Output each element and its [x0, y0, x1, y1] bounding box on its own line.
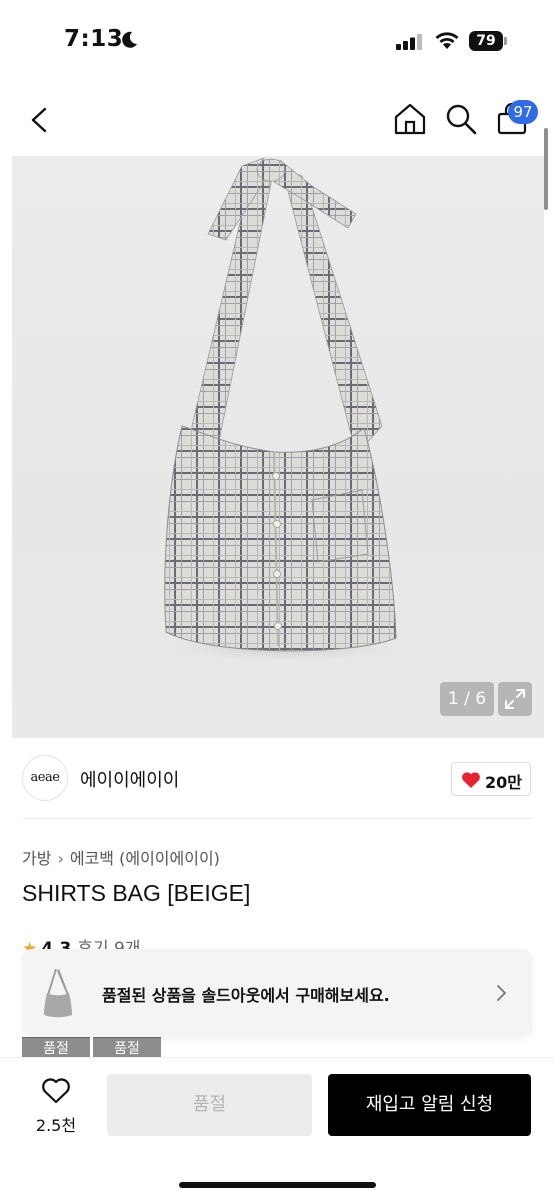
search-icon[interactable] [444, 102, 478, 136]
breadcrumb-subcategory[interactable]: 에코백 (에이이에이이) [70, 849, 220, 868]
scrollbar[interactable] [544, 128, 548, 210]
heart-filled-icon [462, 772, 480, 788]
expand-icon [505, 689, 525, 709]
signal-icon [396, 34, 422, 50]
bag-thumbnail [44, 969, 72, 1018]
option-thumbnail[interactable]: 품절 [93, 1037, 161, 1057]
home-icon[interactable] [393, 102, 427, 136]
status-bar: 7:13 79 [0, 0, 554, 84]
product-title: SHIRTS BAG [BEIGE] [22, 880, 251, 906]
battery-cap [504, 37, 507, 45]
battery-level: 79 [469, 31, 503, 51]
brand-logo[interactable]: aeae [22, 755, 68, 801]
expand-button[interactable] [498, 682, 532, 716]
soldout-button: 품절 [107, 1074, 312, 1136]
heart-outline-icon [42, 1078, 70, 1104]
brand-row[interactable]: aeae 에이이에이이 20만 [0, 740, 554, 818]
wishlist-count: 2.5천 [35, 1116, 77, 1135]
product-image[interactable] [12, 156, 544, 738]
moon-icon [122, 31, 137, 48]
brand-name[interactable]: 에이이에이이 [80, 766, 179, 792]
chevron-right-icon [497, 985, 507, 1001]
brand-like-count: 20만 [485, 773, 522, 792]
option-thumbnail[interactable]: 품절 [22, 1037, 90, 1057]
wishlist-button[interactable]: 2.5천 [28, 1074, 84, 1136]
image-counter: 1 / 6 [440, 682, 494, 716]
soldout-banner[interactable]: 품절된 상품을 솔드아웃에서 구매해보세요. [22, 949, 532, 1037]
cart-badge: 97 [508, 100, 538, 124]
brand-like-button[interactable]: 20만 [451, 762, 531, 796]
soldout-banner-text: 품절된 상품을 솔드아웃에서 구매해보세요. [102, 986, 390, 1005]
home-indicator[interactable] [179, 1182, 376, 1188]
back-icon[interactable] [24, 104, 54, 136]
product-bag-illustration [144, 157, 424, 664]
top-navigation [0, 84, 554, 156]
restock-alert-button[interactable]: 재입고 알림 신청 [328, 1074, 531, 1136]
breadcrumb: 가방 › 에코백 (에이이에이이) [22, 845, 220, 869]
wifi-icon [435, 32, 459, 49]
chevron-right-icon: › [57, 849, 64, 868]
divider [22, 818, 532, 819]
status-time: 7:13 [64, 26, 124, 52]
battery-indicator: 79 [469, 31, 509, 51]
breadcrumb-category[interactable]: 가방 [22, 849, 51, 868]
bottom-action-bar: 2.5천 품절 재입고 알림 신청 [0, 1057, 554, 1200]
